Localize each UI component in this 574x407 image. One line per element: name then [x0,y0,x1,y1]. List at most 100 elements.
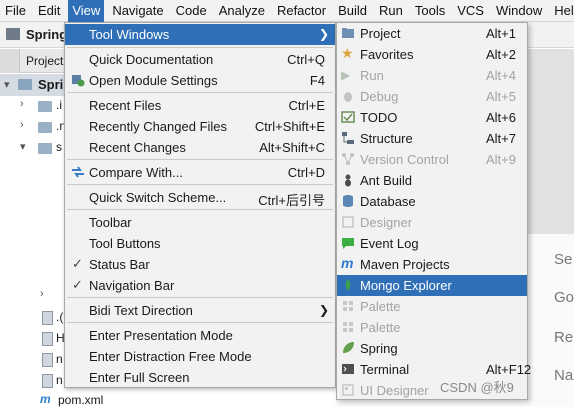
menu-help[interactable]: Help [550,0,574,22]
menu-item-status-bar[interactable]: ✓ Status Bar [65,254,335,275]
tool-window-palette-2[interactable]: Palette [337,317,527,338]
menu-item-distraction-free-mode[interactable]: Enter Distraction Free Mode [65,346,335,367]
menu-separator [67,159,333,160]
tree-row-label: n [56,373,63,387]
menu-separator [67,92,333,93]
chevron-right-icon: ❯ [318,303,329,317]
tool-window-spring[interactable]: Spring [337,338,527,359]
tree-row[interactable]: › .n [0,117,66,137]
menu-item-compare-with[interactable]: Compare With... Ctrl+D [65,162,335,183]
ant-icon [341,173,355,187]
tree-row-label: pom.xml [58,393,104,407]
menu-analyze[interactable]: Analyze [215,0,269,22]
terminal-icon [341,362,355,376]
tree-row-label: .( [56,310,64,324]
menu-build[interactable]: Build [334,0,371,22]
checkmark-icon: ✓ [72,256,83,271]
designer-icon [341,215,355,229]
chevron-down-icon[interactable]: ▾ [4,78,10,91]
star-icon: ★ [341,45,354,61]
module-settings-icon [71,73,85,87]
tree-row[interactable]: n [0,350,64,370]
tool-window-debug[interactable]: Debug Alt+5 [337,86,527,107]
folder-icon [38,143,52,154]
menu-navigate[interactable]: Navigate [108,0,167,22]
project-folder-icon [6,28,20,40]
menu-window[interactable]: Window [492,0,546,22]
project-name[interactable]: Spring [26,27,67,42]
menu-item-bidi-text-direction[interactable]: Bidi Text Direction ❯ [65,300,335,321]
tool-window-database[interactable]: Database [337,191,527,212]
tree-row[interactable]: H [0,329,65,349]
tool-window-favorites[interactable]: ★ Favorites Alt+2 [337,44,527,65]
menu-view[interactable]: View [68,0,105,22]
tool-window-structure[interactable]: Structure Alt+7 [337,128,527,149]
menu-item-full-screen[interactable]: Enter Full Screen [65,367,335,388]
chevron-right-icon: ❯ [318,27,329,41]
file-icon [42,353,53,367]
menu-code[interactable]: Code [172,0,211,22]
tool-window-palette[interactable]: Palette [337,296,527,317]
tool-window-event-log[interactable]: Event Log [337,233,527,254]
checkmark-icon: ✓ [72,277,83,292]
palette-icon [341,320,355,334]
menu-item-tool-buttons[interactable]: Tool Buttons [65,233,335,254]
folder-icon [18,79,32,90]
menu-vcs[interactable]: VCS [453,0,488,22]
tree-row[interactable]: › .i [0,96,64,116]
tool-window-designer[interactable]: Designer [337,212,527,233]
maven-icon: m [40,392,51,406]
menu-item-open-module-settings[interactable]: Open Module Settings F4 [65,70,335,91]
tool-window-todo[interactable]: TODO Alt+6 [337,107,527,128]
project-side-tab[interactable] [0,49,20,73]
menu-separator [67,322,333,323]
markdown-file-icon [42,332,53,346]
tree-row-label: s [56,140,62,154]
menu-separator [67,297,333,298]
editor-hint: Na [554,367,574,384]
menu-file[interactable]: File [1,0,30,22]
chevron-right-icon[interactable]: › [40,288,44,300]
menu-item-quick-documentation[interactable]: Quick Documentation Ctrl+Q [65,49,335,70]
menu-tools[interactable]: Tools [411,0,449,22]
maven-icon: m [341,255,354,271]
menu-item-presentation-mode[interactable]: Enter Presentation Mode [65,325,335,346]
tree-root-label: Spri [38,77,64,92]
menu-edit[interactable]: Edit [34,0,64,22]
tool-window-version-control[interactable]: Version Control Alt+9 [337,149,527,170]
editor-hint: Go [554,289,574,306]
menu-item-tool-windows[interactable]: Tool Windows ❯ [65,24,335,45]
tree-row[interactable]: m pom.xml [0,391,200,407]
chevron-right-icon[interactable]: › [20,119,24,131]
vcs-icon [341,152,355,166]
tree-row[interactable]: › [0,286,64,306]
event-log-icon [341,236,355,250]
menu-separator [67,47,333,48]
palette-icon [341,299,355,313]
file-icon [42,374,53,388]
chevron-down-icon[interactable]: ▾ [20,140,26,153]
menu-refactor[interactable]: Refactor [273,0,330,22]
folder-icon [38,101,52,112]
tree-row-label: .i [56,98,62,112]
tool-window-run[interactable]: ▶ Run Alt+4 [337,65,527,86]
tool-window-ant-build[interactable]: Ant Build [337,170,527,191]
chevron-right-icon[interactable]: › [20,98,24,110]
tree-row[interactable]: ▾ s [0,138,64,158]
menu-item-recent-changes[interactable]: Recent Changes Alt+Shift+C [65,137,335,158]
menu-run[interactable]: Run [375,0,407,22]
tree-row[interactable]: n [0,371,64,391]
menu-item-recently-changed-files[interactable]: Recently Changed Files Ctrl+Shift+E [65,116,335,137]
menu-item-toolbar[interactable]: Toolbar [65,212,335,233]
tree-row[interactable]: .( [0,308,64,328]
tool-window-project[interactable]: Project Alt+1 [337,23,527,44]
tool-window-maven-projects[interactable]: m Maven Projects [337,254,527,275]
watermark: CSDN @秋9 [440,380,514,395]
menu-item-navigation-bar[interactable]: ✓ Navigation Bar [65,275,335,296]
structure-icon [341,131,355,145]
tool-window-mongo-explorer[interactable]: Mongo Explorer [337,275,527,296]
menu-separator [67,184,333,185]
project-panel-label[interactable]: Project [26,54,63,68]
menu-item-quick-switch-scheme[interactable]: Quick Switch Scheme... Ctrl+后引号 [65,187,335,208]
menu-item-recent-files[interactable]: Recent Files Ctrl+E [65,95,335,116]
